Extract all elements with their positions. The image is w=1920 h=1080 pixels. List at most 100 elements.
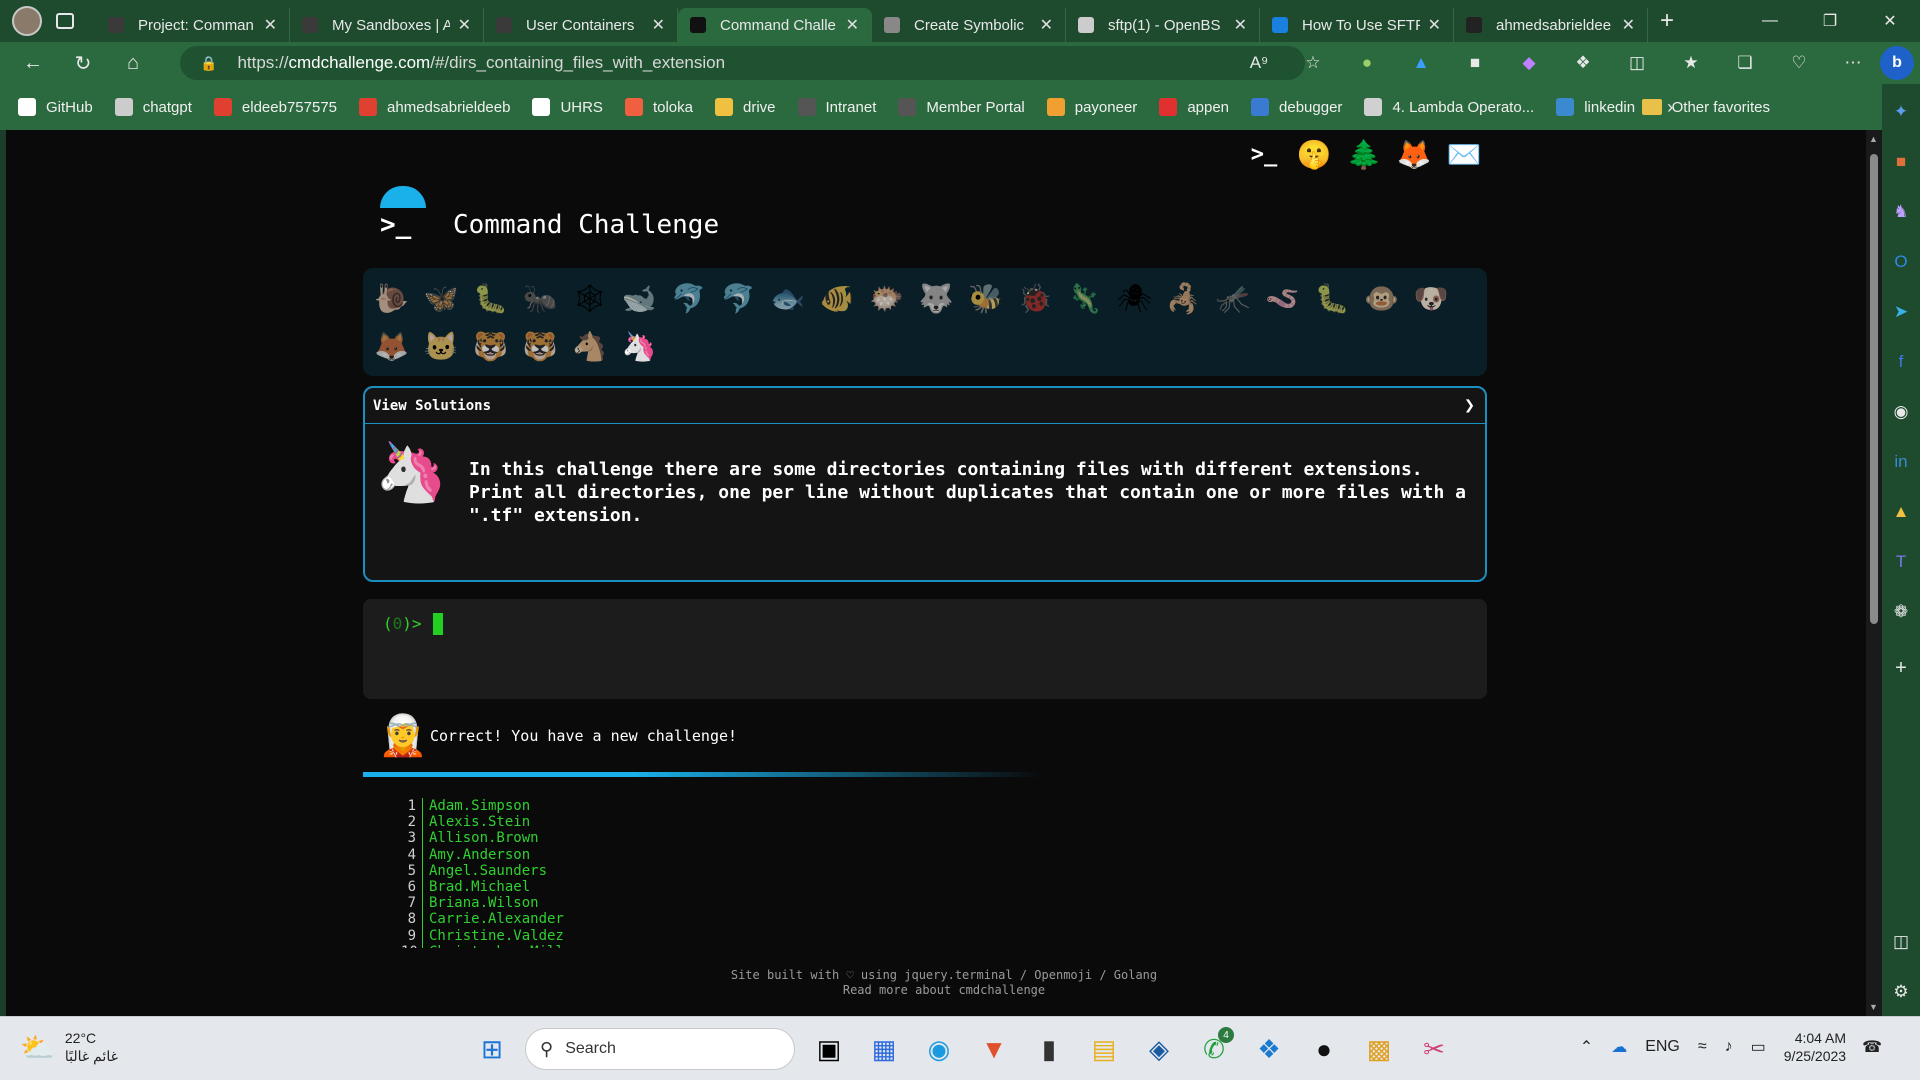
level-4-icon[interactable]: 🐜 [516, 274, 566, 322]
level-6-icon[interactable]: 🐋 [615, 274, 665, 322]
notification-icon[interactable]: ☎ [1862, 1037, 1882, 1057]
weather-widget[interactable]: ⛅ 22°C غائم غالبًا [20, 1029, 118, 1065]
close-tab-icon[interactable]: ✕ [1428, 15, 1441, 35]
level-26-icon[interactable]: 🐯 [516, 322, 566, 370]
favorite-intranet[interactable]: Intranet [797, 98, 876, 116]
home-button[interactable]: ⌂ [122, 52, 144, 74]
favorite-drive[interactable]: drive [714, 98, 776, 116]
teams-icon[interactable]: T [1891, 552, 1911, 572]
profile-avatar[interactable] [12, 6, 42, 36]
close-tab-icon[interactable]: ✕ [458, 15, 471, 35]
snipping-tool-icon[interactable]: ✂ [1412, 1027, 1456, 1071]
browser-essentials-icon[interactable]: ♡ [1772, 53, 1826, 73]
level-10-icon[interactable]: 🐠 [813, 274, 863, 322]
onedrive-icon[interactable]: ☁ [1611, 1037, 1627, 1057]
alx-extension-icon[interactable]: ◆ [1502, 53, 1556, 73]
close-tab-icon[interactable]: ✕ [1622, 15, 1635, 35]
output-list[interactable]: 1 Adam.Simpson 2 Alexis.Stein 3 Allison.Brown… [401, 798, 701, 948]
whatsapp-icon[interactable]: ✆ 4 [1192, 1027, 1236, 1071]
minimize-button[interactable]: — [1740, 0, 1800, 42]
tools-icon[interactable]: ■ [1891, 152, 1911, 172]
wifi-icon[interactable]: ≈ [1698, 1038, 1707, 1056]
shushing-face-icon[interactable]: 🤫 [1294, 134, 1334, 174]
close-tab-icon[interactable]: ✕ [846, 15, 859, 35]
new-tab-button[interactable]: + [1660, 7, 1674, 35]
level-15-icon[interactable]: 🦎 [1060, 274, 1110, 322]
split-screen-icon[interactable]: ◫ [1610, 53, 1664, 73]
tab-alx[interactable]: Project: Comman ✕ [96, 8, 290, 42]
tab-chatgpt[interactable]: Create Symbolic ✕ [872, 8, 1066, 42]
favorite-debugger[interactable]: debugger [1251, 98, 1342, 116]
chevron-up-icon[interactable]: ⌃ [1580, 1037, 1593, 1057]
level-5-icon[interactable]: 🕸 [565, 274, 615, 322]
level-9-icon[interactable]: 🐟 [763, 274, 813, 322]
collections-icon[interactable]: ❏ [1718, 53, 1772, 73]
sidebar-settings-icon[interactable]: ⚙ [1891, 982, 1911, 1002]
level-23-icon[interactable]: 🦊 [367, 322, 417, 370]
settings-menu-icon[interactable]: ⋯ [1826, 53, 1880, 73]
hide-sidebar-icon[interactable]: ◫ [1891, 932, 1911, 952]
task-view-icon[interactable]: ▣ [807, 1027, 851, 1071]
footer-read-more-link[interactable]: Read more about cmdchallenge [6, 983, 1882, 997]
games-icon[interactable]: ♞ [1891, 202, 1911, 222]
github-icon[interactable]: ◉ [1891, 402, 1911, 422]
tab-terminal[interactable]: Command Challe ✕ [678, 8, 872, 42]
app-icon[interactable]: ● [1302, 1027, 1346, 1071]
level-3-icon[interactable]: 🐛 [466, 274, 516, 322]
level-14-icon[interactable]: 🐞 [1011, 274, 1061, 322]
level-13-icon[interactable]: 🐝 [961, 274, 1011, 322]
outlook-icon[interactable]: O [1891, 252, 1911, 272]
level-2-icon[interactable]: 🦋 [417, 274, 467, 322]
favorite-star-icon[interactable]: ☆ [1286, 53, 1340, 73]
favorite-uhrs[interactable]: UHRS [532, 98, 603, 116]
language-indicator[interactable]: ENG [1645, 1038, 1680, 1056]
close-window-button[interactable]: ✕ [1860, 0, 1920, 42]
taskbar-search[interactable]: ⚲ Search [525, 1028, 795, 1070]
extensions-icon[interactable]: ❖ [1556, 53, 1610, 73]
close-tab-icon[interactable]: ✕ [264, 15, 277, 35]
virtualbox-icon[interactable]: ◈ [1137, 1027, 1181, 1071]
level-19-icon[interactable]: 🪱 [1258, 274, 1308, 322]
scroll-up-icon[interactable]: ▲ [1869, 134, 1878, 144]
level-16-icon[interactable]: 🕷 [1110, 274, 1160, 322]
start-icon[interactable]: ⊞ [470, 1027, 514, 1071]
restore-button[interactable]: ❐ [1800, 0, 1860, 42]
level-25-icon[interactable]: 🐯 [466, 322, 516, 370]
level-12-icon[interactable]: 🐺 [912, 274, 962, 322]
tab-alx[interactable]: My Sandboxes | A ✕ [290, 8, 484, 42]
level-24-icon[interactable]: 🐱 [417, 322, 467, 370]
tab-alx[interactable]: User Containers ✕ [484, 8, 678, 42]
favorites-icon[interactable]: ★ [1664, 53, 1718, 73]
read-aloud-icon[interactable]: A⁹ [1232, 53, 1286, 73]
favorite-appen[interactable]: appen [1159, 98, 1229, 116]
level-17-icon[interactable]: 🦂 [1159, 274, 1209, 322]
other-favorites[interactable]: Other favorites [1641, 99, 1770, 116]
favorite-github[interactable]: GitHub [18, 98, 93, 116]
gitlab-icon[interactable]: 🦊 [1394, 134, 1434, 174]
battery-icon[interactable]: ▭ [1751, 1037, 1766, 1057]
view-solutions-toggle[interactable]: View Solutions ❯ [365, 388, 1485, 424]
linkedin-icon[interactable]: in [1891, 452, 1911, 472]
store-icon[interactable]: ▦ [862, 1027, 906, 1071]
level-11-icon[interactable]: 🐡 [862, 274, 912, 322]
chatgpt-icon[interactable]: ❁ [1891, 602, 1911, 622]
level-27-icon[interactable]: 🐴 [565, 322, 615, 370]
favorite-eldeeb757575[interactable]: eldeeb757575 [213, 98, 337, 116]
tree-icon[interactable]: 🌲 [1344, 134, 1384, 174]
scroll-down-icon[interactable]: ▼ [1869, 1002, 1878, 1012]
extension-icon[interactable]: ■ [1448, 53, 1502, 73]
clock[interactable]: 4:04 AM 9/25/2023 [1784, 1029, 1846, 1065]
level-20-icon[interactable]: 🐛 [1308, 274, 1358, 322]
tab-page[interactable]: sftp(1) - OpenBS ✕ [1066, 8, 1260, 42]
scrollbar-thumb[interactable] [1870, 154, 1878, 624]
tab-actions-icon[interactable] [56, 13, 74, 29]
add-sidebar-icon[interactable]: + [1891, 657, 1911, 679]
vscode-icon[interactable]: ❖ [1247, 1027, 1291, 1071]
level-18-icon[interactable]: 🦟 [1209, 274, 1259, 322]
tab-digitalocean[interactable]: How To Use SFTP ✕ [1260, 8, 1454, 42]
back-button[interactable]: ← [22, 52, 44, 74]
favorite-toloka[interactable]: toloka [624, 98, 693, 116]
favorite-4-lambda-operato[interactable]: 4. Lambda Operato... [1364, 98, 1534, 116]
terminal-icon[interactable]: ▮ [1027, 1027, 1071, 1071]
terminal-link-icon[interactable]: >_ [1244, 134, 1284, 174]
